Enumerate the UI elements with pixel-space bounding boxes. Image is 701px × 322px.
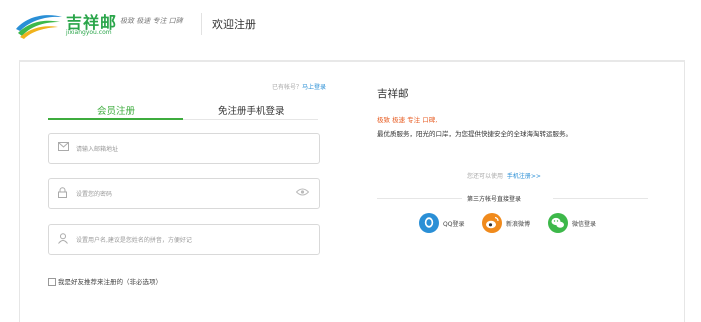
user-icon — [58, 233, 68, 244]
weibo-login-button[interactable]: 新浪微博 — [481, 212, 530, 234]
eye-icon[interactable] — [296, 188, 309, 196]
third-party-divider-left — [377, 198, 462, 199]
wechat-login-button[interactable]: 微信登录 — [547, 212, 596, 234]
email-field[interactable]: 请输入邮箱地址 — [48, 133, 320, 164]
tab-member-register[interactable]: 会员注册 — [97, 103, 135, 117]
weibo-login-label: 新浪微博 — [506, 220, 531, 228]
password-placeholder: 设置您的密码 — [76, 191, 113, 198]
lock-icon — [58, 187, 67, 198]
third-party-divider-right — [553, 198, 648, 199]
brand-title: 吉祥邮 — [377, 88, 409, 100]
third-party-label: 第三方帐号直接登录 — [467, 196, 522, 203]
weibo-icon — [482, 213, 502, 233]
referral-label: 我是好友推荐来注册的（非必选项） — [58, 278, 162, 286]
register-panel: 已有帐号？马上登录 会员注册 免注册手机登录 请输入邮箱地址 设置您的密码 设置… — [19, 60, 685, 322]
username-placeholder: 设置用户名,建议是您姓名的拼音，方便好记 — [76, 237, 192, 244]
referral-option[interactable]: 我是好友推荐来注册的（非必选项） — [48, 276, 162, 286]
alt-register-prefix: 您还可以使用 — [467, 173, 504, 180]
wechat-icon — [548, 213, 568, 233]
qq-login-label: QQ登录 — [443, 220, 465, 228]
email-placeholder: 请输入邮箱地址 — [76, 146, 119, 153]
active-tab-indicator — [48, 118, 183, 120]
site-header: 吉祥邮 jixiangyou.com 极致 极速 专注 口碑 欢迎注册 — [0, 0, 701, 48]
brand-tagline: 极致 极速 专注 口碑, — [377, 116, 438, 124]
password-field[interactable]: 设置您的密码 — [48, 178, 320, 209]
referral-checkbox[interactable] — [48, 278, 56, 286]
page-title: 欢迎注册 — [212, 18, 256, 31]
wechat-login-label: 微信登录 — [572, 220, 597, 228]
tab-mobile-login[interactable]: 免注册手机登录 — [218, 103, 285, 117]
logo-swoosh-icon[interactable] — [14, 9, 64, 39]
mobile-register-link[interactable]: 手机注册>> — [507, 173, 541, 180]
qq-login-button[interactable]: QQ登录 — [418, 212, 464, 234]
brand-description: 最优质服务，阳光的口岸，为您提供快捷安全的全球海淘转运服务。 — [377, 130, 572, 138]
login-hint-prefix: 已有帐号？ — [272, 84, 303, 91]
username-field[interactable]: 设置用户名,建议是您姓名的拼音，方便好记 — [48, 224, 320, 255]
login-hint: 已有帐号？马上登录 — [272, 82, 326, 91]
envelope-icon — [58, 142, 69, 151]
qq-icon — [419, 213, 439, 233]
alt-register: 您还可以使用 手机注册>> — [467, 171, 541, 180]
login-link[interactable]: 马上登录 — [302, 84, 326, 91]
header-divider — [201, 13, 202, 35]
logo-domain: jixiangyou.com — [66, 29, 112, 36]
header-slogan: 极致 极速 专注 口碑 — [120, 17, 183, 25]
